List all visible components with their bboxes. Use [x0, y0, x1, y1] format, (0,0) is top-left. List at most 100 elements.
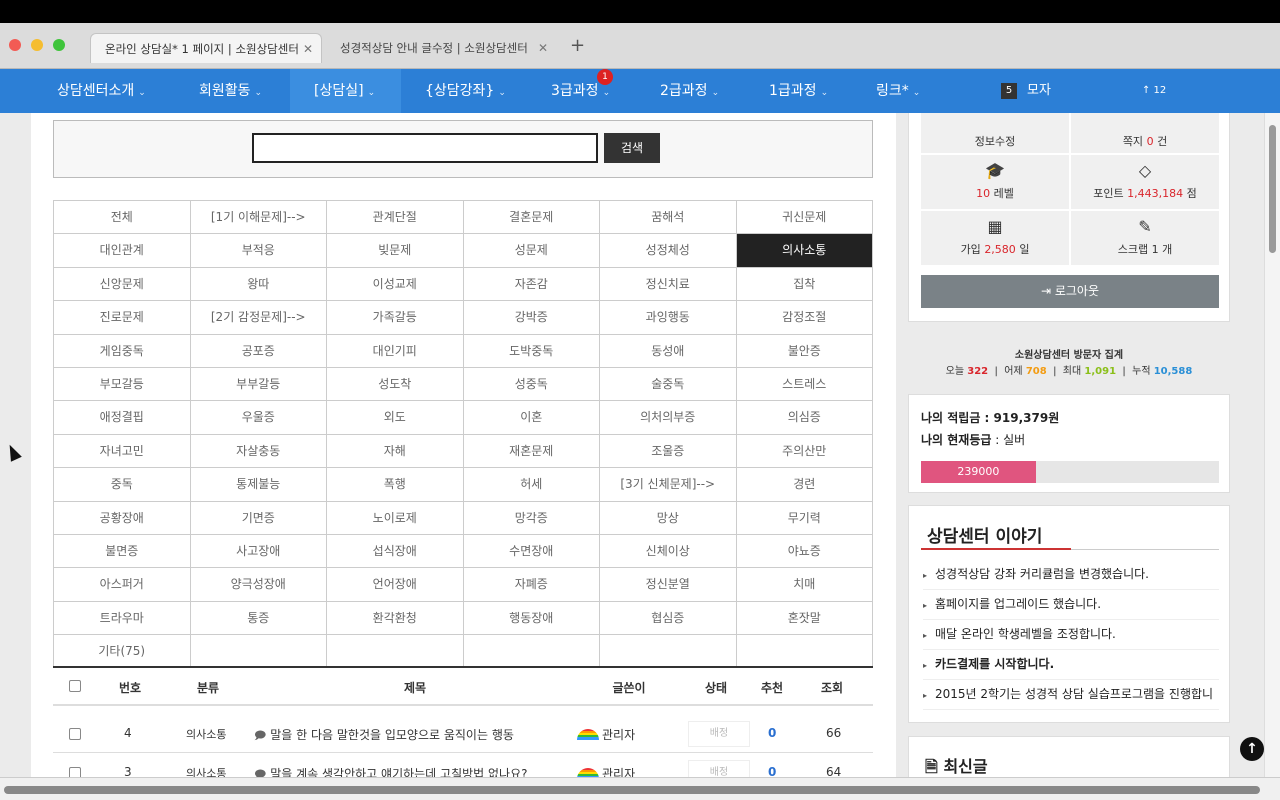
- category-cell[interactable]: 의처의부증: [600, 401, 737, 435]
- category-cell[interactable]: 망상: [600, 501, 737, 535]
- nav-hat-item[interactable]: 5 모자: [1001, 69, 1051, 113]
- messages-button[interactable]: 쪽지 0 건: [1071, 113, 1219, 153]
- tab-close-icon[interactable]: ✕: [538, 33, 548, 63]
- category-cell[interactable]: 양극성장애: [190, 568, 327, 602]
- category-cell[interactable]: 자녀고민: [54, 434, 191, 469]
- search-button[interactable]: 검색: [604, 133, 660, 163]
- category-cell[interactable]: 왕따: [190, 267, 327, 302]
- category-cell[interactable]: 기타(75): [54, 635, 191, 669]
- category-cell[interactable]: 망각증: [463, 501, 600, 535]
- level-button[interactable]: 🎓 10 레벨: [921, 155, 1069, 209]
- category-cell[interactable]: 빚문제: [327, 234, 464, 268]
- category-cell[interactable]: 혼잣말: [736, 601, 873, 636]
- category-cell[interactable]: 신앙문제: [54, 267, 191, 302]
- row-checkbox[interactable]: [69, 767, 81, 777]
- category-cell[interactable]: 술중독: [600, 367, 737, 402]
- category-cell[interactable]: 대인기피: [327, 334, 464, 368]
- category-cell[interactable]: [1기 이해문제]-->: [190, 201, 327, 235]
- category-cell[interactable]: 자해: [327, 434, 464, 469]
- category-cell[interactable]: 대인관계: [54, 234, 191, 268]
- category-cell[interactable]: [2기 감정문제]-->: [190, 301, 327, 335]
- category-cell[interactable]: 진로문제: [54, 301, 191, 335]
- scrollbar-thumb[interactable]: [1269, 125, 1276, 253]
- row-author[interactable]: 관리자: [577, 765, 635, 777]
- category-cell[interactable]: 트라우마: [54, 601, 191, 636]
- category-cell[interactable]: 부모갈등: [54, 367, 191, 402]
- category-cell[interactable]: 귀신문제: [736, 201, 873, 235]
- search-input[interactable]: [252, 133, 598, 163]
- category-cell[interactable]: [3기 신체문제]-->: [600, 468, 737, 502]
- maximize-window-icon[interactable]: [53, 39, 65, 51]
- category-cell[interactable]: 통제불능: [190, 468, 327, 502]
- category-cell[interactable]: 수면장애: [463, 534, 600, 569]
- row-author[interactable]: 관리자: [577, 726, 635, 743]
- category-cell[interactable]: 언어장애: [327, 568, 464, 602]
- browser-tab-active[interactable]: 온라인 상담실* 1 페이지 | 소원상담센터 ✕: [90, 33, 322, 63]
- row-checkbox[interactable]: [69, 728, 81, 740]
- category-cell[interactable]: 자폐증: [463, 568, 600, 602]
- category-cell[interactable]: 관계단절: [327, 201, 464, 235]
- category-cell[interactable]: 자존감: [463, 267, 600, 302]
- category-cell[interactable]: 공황장애: [54, 501, 191, 535]
- category-cell[interactable]: 야뇨증: [736, 534, 873, 569]
- row-title-link[interactable]: 🗩 말을 한 다음 말한것을 입모양으로 움직이는 행동: [254, 726, 514, 746]
- logout-button[interactable]: ⇥ 로그아웃: [921, 275, 1219, 308]
- category-cell[interactable]: 이혼: [463, 401, 600, 435]
- category-cell[interactable]: 공포증: [190, 334, 327, 368]
- category-cell[interactable]: 섭식장애: [327, 534, 464, 569]
- vertical-scrollbar[interactable]: [1264, 113, 1280, 777]
- category-cell[interactable]: 사고장애: [190, 534, 327, 569]
- category-cell[interactable]: 감정조절: [736, 301, 873, 335]
- nav-item-counseling-lecture[interactable]: {상담강좌} ⌄: [425, 69, 506, 113]
- story-item[interactable]: ▸ 홈페이지를 업그레이드 했습니다.: [923, 590, 1219, 620]
- category-cell[interactable]: 강박증: [463, 301, 600, 335]
- category-cell[interactable]: 부적응: [190, 234, 327, 268]
- new-tab-icon[interactable]: +: [570, 35, 585, 56]
- story-item[interactable]: ▸ 2015년 2학기는 성경적 상담 실습프로그램을 진행합니: [923, 680, 1219, 710]
- category-cell[interactable]: 조울증: [600, 434, 737, 469]
- nav-item-level3-course[interactable]: 3급과정 ⌄ 1: [551, 69, 613, 113]
- category-cell[interactable]: 정신분열: [600, 568, 737, 602]
- category-cell[interactable]: 집착: [736, 267, 873, 302]
- category-cell[interactable]: 동성애: [600, 334, 737, 368]
- category-cell[interactable]: 도박중독: [463, 334, 600, 368]
- category-cell[interactable]: 통증: [190, 601, 327, 636]
- joined-days-button[interactable]: ▦ 가입 2,580 일: [921, 211, 1069, 265]
- scrap-button[interactable]: ✎ 스크랩 1 개: [1071, 211, 1219, 265]
- close-window-icon[interactable]: [9, 39, 21, 51]
- category-cell[interactable]: 허세: [463, 468, 600, 502]
- category-cell[interactable]: 신체이상: [600, 534, 737, 569]
- category-cell[interactable]: 의심증: [736, 401, 873, 435]
- points-button[interactable]: ◇ 포인트 1,443,184 점: [1071, 155, 1219, 209]
- category-cell[interactable]: 무기력: [736, 501, 873, 535]
- category-cell[interactable]: 꿈해석: [600, 201, 737, 235]
- category-cell[interactable]: 폭행: [327, 468, 464, 502]
- category-cell[interactable]: 이성교제: [327, 267, 464, 302]
- category-cell[interactable]: 자살충동: [190, 434, 327, 469]
- edit-info-button[interactable]: 정보수정: [921, 113, 1069, 153]
- story-item[interactable]: ▸ 매달 온라인 학생레벨을 조정합니다.: [923, 620, 1219, 650]
- category-cell[interactable]: 게임중독: [54, 334, 191, 368]
- category-cell[interactable]: 불안증: [736, 334, 873, 368]
- category-cell[interactable]: 결혼문제: [463, 201, 600, 235]
- category-cell[interactable]: 불면증: [54, 534, 191, 569]
- tab-close-icon[interactable]: ✕: [303, 34, 313, 63]
- nav-item-level2-course[interactable]: 2급과정 ⌄: [660, 69, 719, 113]
- nav-item-level1-course[interactable]: 1급과정 ⌄: [769, 69, 828, 113]
- category-cell[interactable]: 성문제: [463, 234, 600, 268]
- category-cell[interactable]: 노이로제: [327, 501, 464, 535]
- category-cell[interactable]: 가족갈등: [327, 301, 464, 335]
- category-cell[interactable]: 주의산만: [736, 434, 873, 469]
- category-cell[interactable]: 정신치료: [600, 267, 737, 302]
- nav-item-center-intro[interactable]: 상담센터소개 ⌄: [57, 69, 146, 113]
- category-cell[interactable]: 환각환청: [327, 601, 464, 636]
- category-cell[interactable]: 우울증: [190, 401, 327, 435]
- category-cell[interactable]: 치매: [736, 568, 873, 602]
- nav-item-member-activity[interactable]: 회원활동 ⌄: [199, 69, 262, 113]
- scroll-to-top-icon[interactable]: ↑: [1240, 737, 1264, 761]
- category-cell[interactable]: 기면증: [190, 501, 327, 535]
- scrollbar-thumb[interactable]: [4, 786, 1260, 794]
- horizontal-scrollbar[interactable]: [0, 777, 1280, 800]
- category-cell[interactable]: 의사소통: [736, 234, 873, 268]
- nav-item-counseling-room[interactable]: [상담실] ⌄: [290, 69, 401, 113]
